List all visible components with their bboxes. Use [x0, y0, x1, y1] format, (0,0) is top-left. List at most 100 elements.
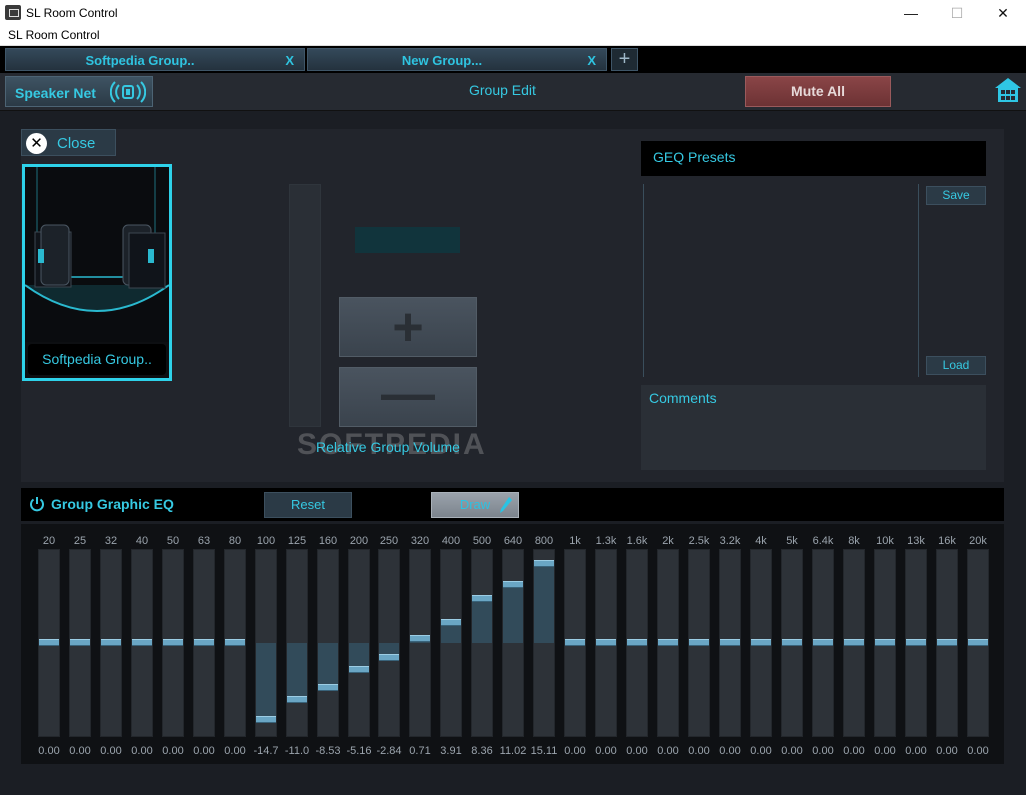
eq-band-knob[interactable]: [875, 639, 895, 646]
eq-band-freq-label: 2k: [662, 535, 674, 547]
eq-band-freq-label: 5k: [786, 535, 798, 547]
eq-band-knob[interactable]: [844, 639, 864, 646]
eq-band-slider[interactable]: [502, 549, 524, 737]
eq-band-fill: [503, 585, 523, 643]
eq-band-knob[interactable]: [441, 618, 461, 626]
reset-eq-button[interactable]: Reset: [264, 492, 352, 518]
comments-box[interactable]: Comments: [641, 385, 986, 470]
eq-band-value: 0.00: [874, 745, 896, 757]
eq-band-fill: [472, 599, 492, 643]
close-icon: ✕: [26, 133, 47, 154]
eq-band-knob[interactable]: [379, 653, 399, 661]
eq-band-knob[interactable]: [782, 639, 802, 646]
eq-band-knob[interactable]: [132, 639, 152, 646]
eq-band-knob[interactable]: [751, 639, 771, 646]
eq-band-knob[interactable]: [194, 639, 214, 646]
eq-band-knob[interactable]: [287, 696, 307, 704]
eq-band-knob[interactable]: [937, 639, 957, 646]
eq-band-freq-label: 800: [534, 535, 554, 547]
tab-new-group[interactable]: New Group... X: [307, 48, 607, 71]
eq-band-freq-label: 4k: [755, 535, 767, 547]
eq-band-knob[interactable]: [596, 639, 616, 646]
preset-list[interactable]: [643, 184, 919, 377]
eq-band-value: -14.7: [253, 745, 279, 757]
mute-all-button[interactable]: Mute All: [745, 76, 891, 107]
volume-readout: [355, 227, 460, 253]
group-card-label: Softpedia Group..: [28, 344, 166, 375]
eq-band-freq-label: 16k: [938, 535, 956, 547]
eq-band-freq-label: 25: [73, 535, 87, 547]
eq-band-value: 0.00: [905, 745, 927, 757]
eq-band-freq-label: 160: [318, 535, 338, 547]
eq-band-value: -5.16: [346, 745, 372, 757]
eq-band-slider[interactable]: [440, 549, 462, 737]
eq-band-freq-label: 2.5k: [688, 535, 710, 547]
eq-band-value: 0.00: [595, 745, 617, 757]
group-card[interactable]: Softpedia Group..: [22, 164, 172, 381]
eq-band-knob[interactable]: [534, 560, 554, 568]
eq-band-freq-label: 500: [472, 535, 492, 547]
close-window-button[interactable]: ✕: [980, 0, 1026, 26]
speaker-net-button[interactable]: Speaker Net: [5, 76, 153, 107]
eq-band-knob[interactable]: [503, 581, 523, 589]
eq-band-fill: [287, 643, 307, 701]
draw-label: Draw: [459, 497, 491, 512]
eq-band-freq-label: 13k: [907, 535, 925, 547]
close-button[interactable]: ✕ Close: [21, 129, 116, 156]
volume-down-button[interactable]: —: [339, 367, 477, 427]
tab-label: New Group...: [401, 53, 483, 68]
eq-band-knob[interactable]: [349, 665, 369, 673]
volume-label: Relative Group Volume: [316, 439, 460, 455]
eq-band-knob[interactable]: [318, 683, 338, 691]
volume-up-button[interactable]: +: [339, 297, 477, 357]
eq-band-value: 0.00: [812, 745, 834, 757]
home-icon[interactable]: [994, 76, 1022, 104]
eq-band-knob[interactable]: [410, 635, 430, 643]
eq-band-knob[interactable]: [472, 595, 492, 603]
tab-close-button[interactable]: X: [285, 53, 294, 68]
eq-band-knob[interactable]: [689, 639, 709, 646]
eq-band-value: 0.00: [224, 745, 246, 757]
eq-band-slider[interactable]: [471, 549, 493, 737]
eq-band-freq-label: 20: [42, 535, 56, 547]
eq-band-freq-label: 8k: [848, 535, 860, 547]
add-tab-button[interactable]: +: [611, 48, 638, 71]
tab-close-button[interactable]: X: [587, 53, 596, 68]
eq-band-knob[interactable]: [565, 639, 585, 646]
eq-band-slider[interactable]: [409, 549, 431, 737]
eq-band-knob[interactable]: [658, 639, 678, 646]
eq-band-knob[interactable]: [39, 639, 59, 646]
group-volume-slider[interactable]: [289, 184, 321, 427]
eq-band-freq-label: 100: [256, 535, 276, 547]
eq-band-knob[interactable]: [70, 639, 90, 646]
minimize-button[interactable]: —: [888, 0, 934, 26]
geq-presets-header: GEQ Presets: [641, 141, 986, 176]
eq-band-freq-label: 125: [287, 535, 307, 547]
geq-presets-title: GEQ Presets: [653, 149, 736, 165]
tab-label: Softpedia Group..: [85, 53, 195, 68]
eq-band-value: 0.00: [936, 745, 958, 757]
eq-band-knob[interactable]: [720, 639, 740, 646]
eq-band-knob[interactable]: [813, 639, 833, 646]
eq-band-value: 0.00: [564, 745, 586, 757]
tab-softpedia-group[interactable]: Softpedia Group.. X: [5, 48, 305, 71]
eq-band-knob[interactable]: [256, 715, 276, 723]
load-preset-button[interactable]: Load: [926, 356, 986, 375]
eq-title: Group Graphic EQ: [51, 496, 174, 512]
tab-bar: Softpedia Group.. X New Group... X +: [0, 46, 1026, 73]
draw-eq-button[interactable]: Draw: [431, 492, 519, 518]
save-preset-button[interactable]: Save: [926, 186, 986, 205]
eq-band-value: 0.00: [719, 745, 741, 757]
eq-band-knob[interactable]: [225, 639, 245, 646]
maximize-button[interactable]: ☐: [934, 0, 980, 26]
eq-band-value: 0.00: [193, 745, 215, 757]
eq-band-knob[interactable]: [906, 639, 926, 646]
eq-band-knob[interactable]: [163, 639, 183, 646]
eq-band-value: 11.02: [499, 745, 527, 757]
eq-band-knob[interactable]: [627, 639, 647, 646]
eq-band-knob[interactable]: [101, 639, 121, 646]
eq-band-freq-label: 640: [503, 535, 523, 547]
eq-band-knob[interactable]: [968, 639, 988, 646]
power-icon[interactable]: [29, 496, 45, 512]
eq-band-freq-label: 80: [228, 535, 242, 547]
